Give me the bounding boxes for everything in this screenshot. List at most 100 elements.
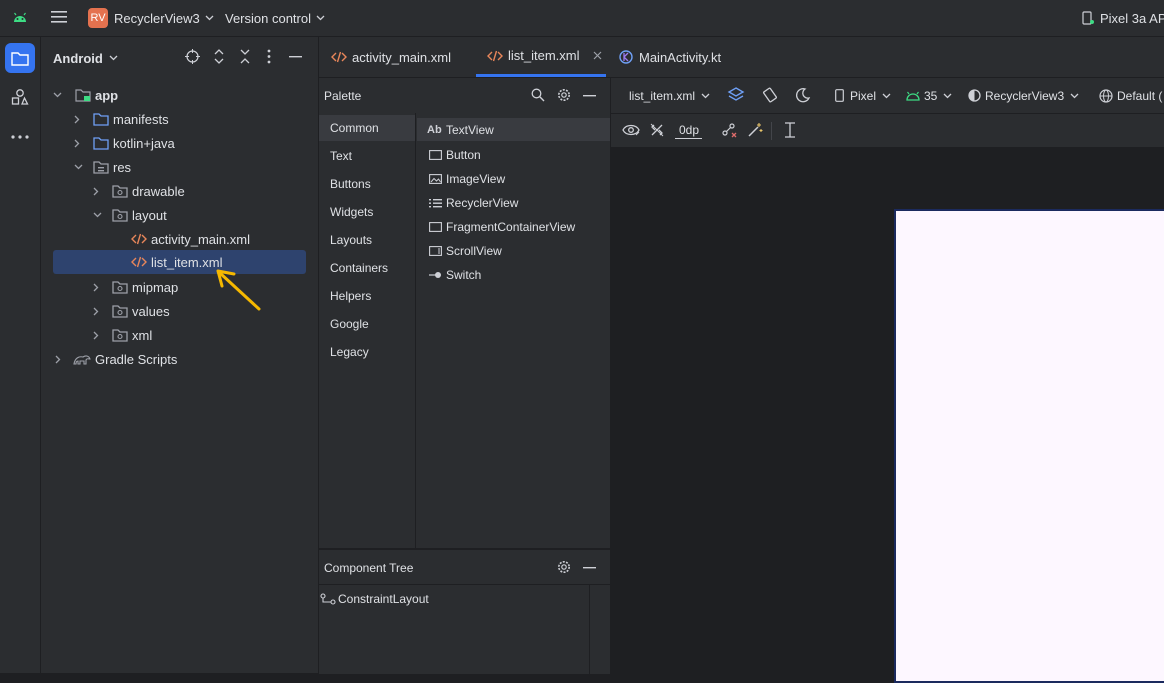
module-folder-icon — [75, 88, 91, 102]
xml-file-icon — [131, 233, 147, 245]
main-menu-icon[interactable] — [50, 8, 68, 26]
component-tree-divider — [319, 584, 610, 585]
tree-label: activity_main.xml — [151, 231, 250, 247]
night-mode-icon[interactable] — [795, 87, 811, 103]
tree-node-manifests[interactable]: manifests — [74, 108, 169, 130]
category-legacy[interactable]: Legacy — [319, 339, 415, 365]
palette-item-recyclerview[interactable]: RecyclerView — [417, 191, 610, 214]
resource-folder-icon — [112, 328, 128, 342]
design-surface-layers-icon[interactable] — [727, 86, 745, 104]
category-helpers[interactable]: Helpers — [319, 283, 415, 309]
gradle-icon — [73, 353, 91, 365]
hide-panel-icon[interactable] — [583, 95, 596, 97]
globe-icon — [1099, 88, 1113, 103]
options-icon[interactable] — [267, 49, 271, 64]
tree-node-mipmap[interactable]: mipmap — [93, 276, 178, 298]
tree-node-xml[interactable]: xml — [93, 324, 152, 346]
tab-label: MainActivity.kt — [639, 49, 722, 65]
device-selector[interactable]: Pixel — [835, 78, 891, 113]
locate-icon[interactable] — [185, 49, 200, 64]
tree-node-values[interactable]: values — [93, 300, 170, 322]
version-control-label: Version control — [225, 10, 311, 26]
theme-selector[interactable]: RecyclerView3 — [968, 78, 1079, 113]
palette-panel: Palette Common Text Buttons Widgets Layo… — [319, 78, 611, 548]
category-common[interactable]: Common — [319, 115, 415, 141]
phone-icon — [1082, 11, 1094, 25]
guidelines-icon[interactable] — [782, 122, 798, 138]
collapse-all-icon[interactable] — [239, 49, 251, 64]
project-view-selector[interactable]: Android — [53, 47, 118, 69]
layout-preview-canvas[interactable] — [894, 209, 1164, 683]
more-tools-icon[interactable] — [10, 127, 30, 147]
tab-list-item[interactable]: list_item.xml — [476, 37, 606, 77]
project-folder-icon[interactable] — [5, 43, 35, 73]
switch-icon — [429, 271, 445, 279]
orientation-icon[interactable] — [761, 86, 779, 104]
constraint-layout-icon — [320, 593, 336, 605]
chevron-right-icon — [93, 331, 109, 340]
toolbar-divider — [771, 122, 772, 140]
tab-label: activity_main.xml — [352, 49, 451, 65]
resource-manager-icon[interactable] — [10, 87, 30, 107]
palette-item-switch[interactable]: Switch — [417, 263, 610, 286]
palette-item-textview[interactable]: Ab TextView — [417, 118, 610, 141]
list-icon — [429, 198, 445, 208]
hide-panel-icon[interactable] — [583, 567, 596, 569]
expand-all-icon[interactable] — [213, 49, 225, 64]
clear-constraints-icon[interactable] — [721, 122, 737, 138]
tree-node-activity-main[interactable]: activity_main.xml — [131, 228, 250, 250]
category-label: Google — [330, 317, 369, 331]
phone-icon — [835, 89, 844, 102]
component-tree-root[interactable]: ConstraintLayout — [319, 588, 429, 610]
run-device-selector[interactable]: Pixel 3a API — [1082, 6, 1164, 30]
scroll-icon — [429, 245, 445, 256]
file-selector-label: list_item.xml — [629, 88, 696, 103]
palette-item-label: Switch — [446, 267, 482, 282]
category-text[interactable]: Text — [319, 143, 415, 169]
gear-icon[interactable] — [557, 560, 571, 574]
palette-item-button[interactable]: Button — [417, 143, 610, 166]
folder-icon — [93, 112, 109, 126]
xml-file-icon — [487, 50, 503, 62]
category-widgets[interactable]: Widgets — [319, 199, 415, 225]
hide-panel-icon[interactable] — [289, 56, 302, 58]
category-buttons[interactable]: Buttons — [319, 171, 415, 197]
tree-node-gradle-scripts[interactable]: Gradle Scripts — [55, 348, 177, 370]
palette-item-fragmentcontainerview[interactable]: FragmentContainerView — [417, 215, 610, 238]
chevron-down-icon — [53, 92, 69, 98]
chevron-right-icon — [74, 115, 90, 124]
palette-item-label: ImageView — [446, 171, 506, 186]
project-selector[interactable]: RV RecyclerView3 — [88, 6, 214, 30]
resource-folder-icon — [112, 184, 128, 198]
component-tree-title: Component Tree — [324, 561, 414, 575]
autoconnect-off-icon[interactable] — [649, 122, 665, 138]
version-control-menu[interactable]: Version control — [225, 6, 325, 30]
default-margin-field[interactable]: 0dp — [675, 123, 703, 139]
gear-icon[interactable] — [557, 88, 571, 102]
search-icon[interactable] — [531, 88, 545, 102]
category-containers[interactable]: Containers — [319, 255, 415, 281]
api-level-selector[interactable]: 35 — [906, 78, 952, 113]
tree-node-layout[interactable]: layout — [93, 204, 167, 226]
tree-node-app[interactable]: app — [53, 84, 118, 106]
palette-item-scrollview[interactable]: ScrollView — [417, 239, 610, 262]
tab-activity-main[interactable]: activity_main.xml — [331, 37, 451, 77]
tree-node-res[interactable]: res — [74, 156, 131, 178]
category-layouts[interactable]: Layouts — [319, 227, 415, 253]
tree-label: values — [132, 303, 170, 319]
locale-selector[interactable]: Default ( — [1099, 78, 1162, 113]
api-level-label: 35 — [924, 88, 938, 103]
tab-main-activity[interactable]: MainActivity.kt — [618, 37, 721, 77]
file-selector[interactable]: list_item.xml — [629, 78, 710, 113]
tree-node-list-item[interactable]: list_item.xml — [53, 250, 306, 274]
category-google[interactable]: Google — [319, 311, 415, 337]
close-icon[interactable] — [593, 51, 602, 60]
resource-folder-icon — [112, 208, 128, 222]
tree-node-kotlin-java[interactable]: kotlin+java — [74, 132, 175, 154]
tree-node-drawable[interactable]: drawable — [93, 180, 185, 202]
palette-title: Palette — [324, 89, 362, 103]
theme-icon — [968, 89, 981, 102]
infer-constraints-icon[interactable] — [747, 122, 763, 138]
eye-icon[interactable] — [622, 123, 640, 137]
palette-item-imageview[interactable]: ImageView — [417, 167, 610, 190]
